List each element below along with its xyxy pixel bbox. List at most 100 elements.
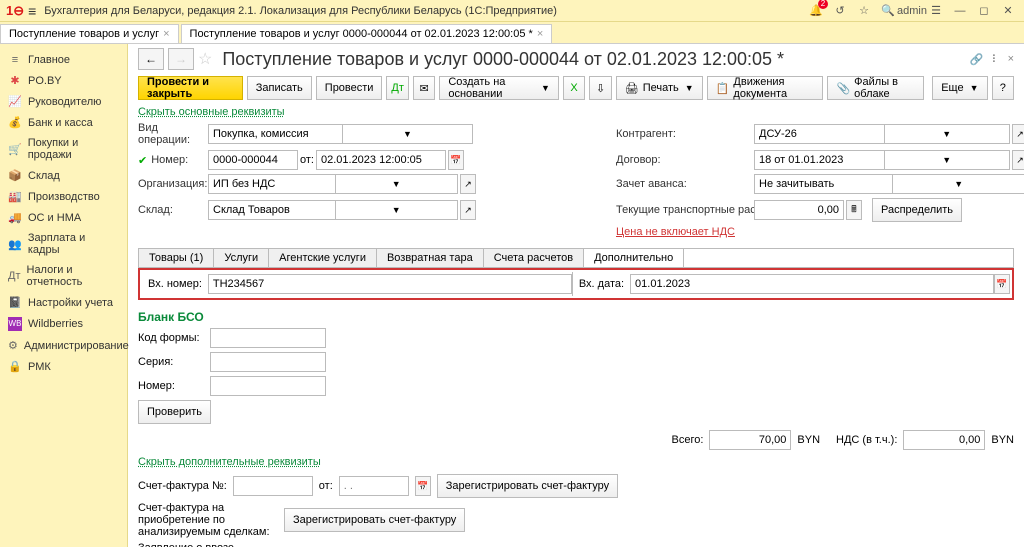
title-bar: 1⊖ ≡ Бухгалтерия для Беларуси, редакция … bbox=[0, 0, 1024, 22]
in-date-field[interactable] bbox=[630, 274, 994, 294]
tab-close-icon[interactable]: × bbox=[537, 28, 543, 40]
date-field[interactable] bbox=[316, 150, 446, 170]
distribute-button[interactable]: Распределить bbox=[872, 198, 962, 222]
sidebar-item-warehouse[interactable]: 📦Склад bbox=[0, 165, 127, 186]
hide-main-link[interactable]: Скрыть основные реквизиты bbox=[138, 106, 1014, 118]
advance-field[interactable]: Не зачитывать▼ bbox=[754, 174, 1024, 194]
sidebar-item-wildberries[interactable]: WBWildberries bbox=[0, 313, 127, 335]
bell-icon[interactable]: 🔔 bbox=[806, 1, 826, 21]
bso-formcode-label: Код формы: bbox=[138, 332, 204, 344]
back-button[interactable]: ← bbox=[138, 48, 164, 70]
chart-icon: 📈 bbox=[8, 95, 22, 108]
sidebar-item-trade[interactable]: 🛒Покупки и продажи bbox=[0, 133, 127, 165]
create-based-button[interactable]: Создать на основании▼ bbox=[439, 76, 559, 100]
tab-list[interactable]: Поступление товаров и услуг× bbox=[0, 24, 179, 43]
vat-label: НДС (в т.ч.): bbox=[836, 434, 897, 446]
calc-icon[interactable]: 🖩 bbox=[846, 200, 862, 220]
incoming-highlight: Вх. номер: Вх. дата: 📅 bbox=[138, 268, 1014, 300]
contract-field[interactable]: 18 от 01.01.2023▼ bbox=[754, 150, 1010, 170]
star-icon[interactable]: ☆ bbox=[854, 1, 874, 21]
calendar-icon[interactable]: 📅 bbox=[448, 150, 464, 170]
tab-goods[interactable]: Товары (1) bbox=[139, 249, 214, 267]
calendar-icon[interactable]: 📅 bbox=[415, 476, 431, 496]
truck-icon: 🚚 bbox=[8, 211, 22, 224]
warehouse-field[interactable]: Склад Товаров▼ bbox=[208, 200, 458, 220]
bso-formcode-field[interactable] bbox=[210, 328, 326, 348]
bso-title: Бланк БСО bbox=[138, 310, 1014, 324]
sidebar-item-manager[interactable]: 📈Руководителю bbox=[0, 91, 127, 112]
in-num-field[interactable] bbox=[208, 274, 572, 294]
envelope-icon[interactable]: ✉ bbox=[413, 76, 435, 100]
check-button[interactable]: Проверить bbox=[138, 400, 211, 424]
calendar-icon[interactable]: 📅 bbox=[994, 274, 1010, 294]
sidebar-item-settings[interactable]: 📓Настройки учета bbox=[0, 292, 127, 313]
sf-label: Счет-фактура №: bbox=[138, 480, 227, 492]
sidebar-item-assets[interactable]: 🚚ОС и НМА bbox=[0, 207, 127, 228]
register-sf-button[interactable]: Зарегистрировать счет-фактуру bbox=[437, 474, 618, 498]
from-label: от: bbox=[300, 154, 314, 166]
minimize-icon[interactable]: — bbox=[950, 1, 970, 21]
people-icon: 👥 bbox=[8, 238, 22, 251]
post-button[interactable]: Провести bbox=[316, 76, 383, 100]
transport-field[interactable] bbox=[754, 200, 844, 220]
tab-close-icon[interactable]: × bbox=[163, 28, 169, 40]
contr-field[interactable]: ДСУ-26▼ bbox=[754, 124, 1010, 144]
bso-series-field[interactable] bbox=[210, 352, 326, 372]
maximize-icon[interactable]: ◻ bbox=[974, 1, 994, 21]
open-icon[interactable]: ↗ bbox=[460, 174, 476, 194]
dtkt-icon[interactable]: Дт bbox=[386, 76, 408, 100]
link-icon[interactable]: 🔗 bbox=[970, 53, 984, 66]
search-icon[interactable]: 🔍 bbox=[878, 1, 898, 21]
sidebar-item-admin[interactable]: ⚙Администрирование bbox=[0, 335, 127, 356]
sidebar-item-production[interactable]: 🏭Производство bbox=[0, 186, 127, 207]
total-label: Всего: bbox=[672, 434, 704, 446]
sidebar-item-rmk[interactable]: 🔒РМК bbox=[0, 356, 127, 377]
cloud-files-button[interactable]: 📎 Файлы в облаке bbox=[827, 76, 924, 100]
open-icon[interactable]: ↗ bbox=[1012, 150, 1024, 170]
sf-date-field[interactable] bbox=[339, 476, 409, 496]
number-field[interactable] bbox=[208, 150, 298, 170]
open-icon[interactable]: ↗ bbox=[460, 200, 476, 220]
lock-icon: 🔒 bbox=[8, 360, 22, 373]
favorite-icon[interactable]: ☆ bbox=[198, 49, 212, 69]
settings-icon[interactable]: ☰ bbox=[926, 1, 946, 21]
open-icon[interactable]: ↗ bbox=[1012, 124, 1024, 144]
post-and-close-button[interactable]: Провести и закрыть bbox=[138, 76, 243, 100]
user-label[interactable]: admin bbox=[902, 1, 922, 21]
tab-returnable[interactable]: Возвратная тара bbox=[377, 249, 484, 267]
op-label: Вид операции: bbox=[138, 122, 200, 146]
tab-additional[interactable]: Дополнительно bbox=[584, 249, 684, 267]
more-button[interactable]: Еще▼ bbox=[932, 76, 987, 100]
close-page-icon[interactable]: × bbox=[1008, 53, 1014, 66]
excel-icon[interactable]: X bbox=[563, 76, 585, 100]
tab-accounts[interactable]: Счета расчетов bbox=[484, 249, 584, 267]
close-icon[interactable]: ✕ bbox=[998, 1, 1018, 21]
sidebar-item-main[interactable]: ≡Главное bbox=[0, 50, 127, 70]
total-currency: BYN bbox=[797, 434, 820, 446]
sidebar-item-poby[interactable]: ✱PO.BY bbox=[0, 70, 127, 91]
sidebar-item-bank[interactable]: 💰Банк и касса bbox=[0, 112, 127, 133]
menu-icon[interactable]: ≡ bbox=[28, 3, 36, 19]
tab-strip: Поступление товаров и услуг× Поступление… bbox=[0, 22, 1024, 44]
movements-button[interactable]: 📋 Движения документа bbox=[707, 76, 824, 100]
gear-icon: ⚙ bbox=[8, 339, 18, 352]
sidebar-item-hr[interactable]: 👥Зарплата и кадры bbox=[0, 228, 127, 260]
history-icon[interactable]: ↺ bbox=[830, 1, 850, 21]
op-field[interactable]: Покупка, комиссия▼ bbox=[208, 124, 473, 144]
no-vat-link[interactable]: Цена не включает НДС bbox=[616, 226, 735, 238]
export-icon[interactable]: ⇩ bbox=[589, 76, 611, 100]
forward-button[interactable]: → bbox=[168, 48, 194, 70]
help-button[interactable]: ? bbox=[992, 76, 1014, 100]
print-button[interactable]: 🖨 Печать▼ bbox=[616, 76, 703, 100]
org-field[interactable]: ИП без НДС▼ bbox=[208, 174, 458, 194]
sf-number-field[interactable] bbox=[233, 476, 313, 496]
tab-services[interactable]: Услуги bbox=[214, 249, 269, 267]
pin-icon[interactable]: ⠇ bbox=[992, 53, 1000, 66]
tab-document[interactable]: Поступление товаров и услуг 0000-000044 … bbox=[181, 24, 553, 43]
tab-agent[interactable]: Агентские услуги bbox=[269, 249, 377, 267]
save-button[interactable]: Записать bbox=[247, 76, 312, 100]
register-sf2-button[interactable]: Зарегистрировать счет-фактуру bbox=[284, 508, 465, 532]
sidebar-item-taxes[interactable]: ДтНалоги и отчетность bbox=[0, 260, 127, 292]
bso-number-field[interactable] bbox=[210, 376, 326, 396]
hide-extra-link[interactable]: Скрыть дополнительные реквизиты bbox=[138, 456, 1014, 468]
